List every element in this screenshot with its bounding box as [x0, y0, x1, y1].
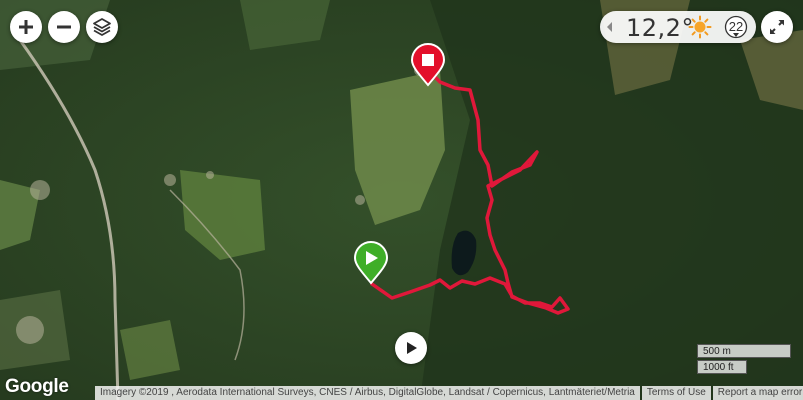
terms-of-use-link[interactable]: Terms of Use — [641, 386, 711, 400]
map-scale: 500 m 1000 ft — [697, 344, 791, 374]
zoom-out-button[interactable] — [48, 11, 80, 43]
imagery-attribution: Imagery ©2019 , Aerodata International S… — [95, 386, 640, 400]
layers-button[interactable] — [86, 11, 118, 43]
play-icon — [407, 342, 417, 354]
layers-icon — [93, 18, 111, 36]
scale-imperial: 1000 ft — [697, 360, 747, 374]
google-logo[interactable]: Google — [5, 376, 69, 398]
wind-speed: 22 — [728, 19, 744, 34]
stop-icon — [422, 54, 434, 66]
temperature: 12,2° — [626, 14, 694, 42]
plus-icon — [19, 20, 33, 34]
report-map-error-link[interactable]: Report a map error — [712, 386, 803, 400]
play-track-button[interactable] — [395, 332, 427, 364]
fullscreen-button[interactable] — [761, 11, 793, 43]
minus-icon — [57, 25, 71, 29]
expand-icon — [770, 20, 784, 34]
attribution-bar: Imagery ©2019 , Aerodata International S… — [95, 386, 803, 400]
scale-metric: 500 m — [697, 344, 791, 358]
zoom-in-button[interactable] — [10, 11, 42, 43]
sun-icon — [688, 15, 712, 39]
weather-widget: 12,2° 22 — [600, 11, 756, 43]
wind-badge: 22 — [724, 15, 748, 39]
chevron-left-icon[interactable] — [604, 19, 616, 35]
